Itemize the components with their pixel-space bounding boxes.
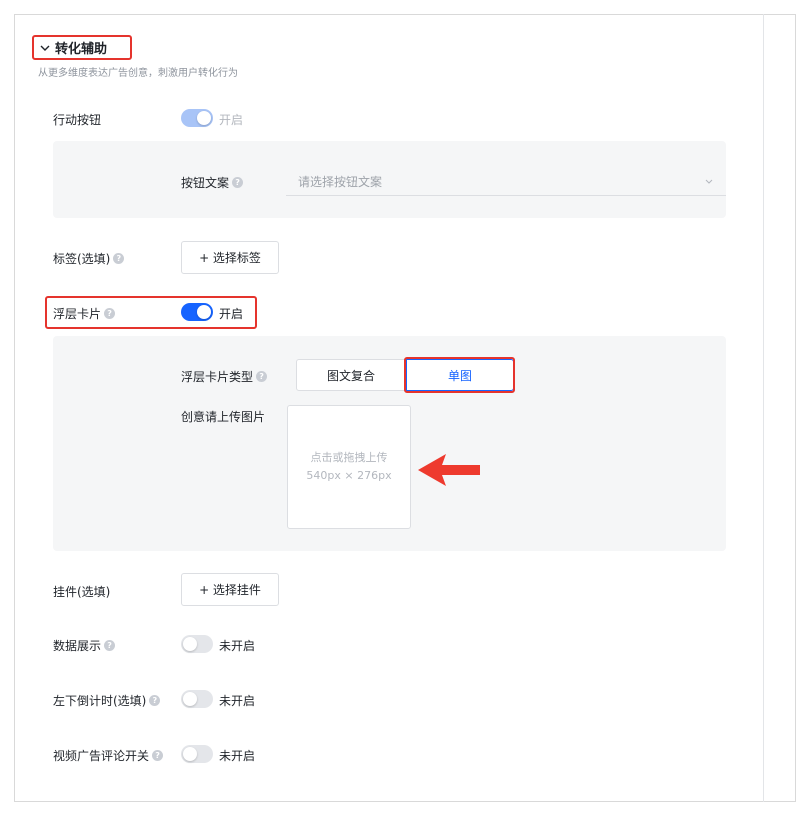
section-header-conversion-assist[interactable]: 转化辅助 bbox=[32, 35, 132, 60]
data-display-label-text: 数据展示 bbox=[53, 639, 102, 653]
float-card-type-label-text: 浮层卡片类型 bbox=[181, 370, 254, 384]
help-icon[interactable]: ? bbox=[256, 371, 268, 382]
help-icon[interactable]: ? bbox=[113, 253, 125, 264]
float-card-label: 浮层卡片? bbox=[53, 305, 116, 322]
data-display-label: 数据展示? bbox=[53, 637, 116, 654]
countdown-switch[interactable] bbox=[181, 690, 213, 708]
countdown-label-text: 左下倒计时(选填) bbox=[53, 694, 147, 708]
float-card-switch[interactable] bbox=[181, 303, 213, 321]
float-card-type-label: 浮层卡片类型? bbox=[181, 368, 268, 385]
section-description: 从更多维度表达广告创意，刺激用户转化行为 bbox=[38, 68, 238, 79]
upload-label: 创意请上传图片 bbox=[181, 410, 266, 424]
action-button-switch-text: 开启 bbox=[219, 113, 244, 127]
tags-label: 标签(选填)? bbox=[53, 250, 125, 267]
video-comment-switch-text: 未开启 bbox=[219, 749, 256, 763]
float-card-type-option-mixed[interactable]: 图文复合 bbox=[296, 359, 406, 391]
button-copy-label: 按钮文案? bbox=[181, 174, 244, 191]
action-button-label: 行动按钮 bbox=[53, 111, 101, 128]
select-tags-button[interactable]: + 选择标签 bbox=[181, 241, 279, 274]
help-icon[interactable]: ? bbox=[149, 695, 161, 706]
data-display-switch-text: 未开启 bbox=[219, 639, 256, 653]
data-display-switch[interactable] bbox=[181, 635, 213, 653]
help-icon[interactable]: ? bbox=[232, 177, 244, 188]
widget-label: 挂件(选填) bbox=[53, 585, 111, 599]
button-copy-select[interactable]: 请选择按钮文案 bbox=[286, 168, 726, 196]
chevron-down-icon bbox=[705, 179, 713, 184]
countdown-switch-text: 未开启 bbox=[219, 694, 256, 708]
button-copy-label-text: 按钮文案 bbox=[181, 176, 230, 190]
float-card-label-text: 浮层卡片 bbox=[53, 307, 102, 321]
section-title: 转化辅助 bbox=[55, 42, 108, 57]
action-button-switch[interactable] bbox=[181, 109, 213, 127]
action-button-label-text: 行动按钮 bbox=[53, 113, 102, 127]
select-widget-button[interactable]: + 选择挂件 bbox=[181, 573, 279, 606]
help-icon[interactable]: ? bbox=[104, 640, 116, 651]
image-upload-area[interactable]: 点击或拖拽上传 540px × 276px bbox=[287, 405, 411, 529]
help-icon[interactable]: ? bbox=[152, 750, 164, 761]
annotation-arrow-icon bbox=[418, 454, 480, 486]
video-comment-label-text: 视频广告评论开关 bbox=[53, 749, 150, 763]
tags-label-text: 标签(选填) bbox=[53, 252, 111, 266]
help-icon[interactable]: ? bbox=[104, 308, 116, 319]
video-comment-switch[interactable] bbox=[181, 745, 213, 763]
upload-size: 540px × 276px bbox=[306, 469, 392, 482]
float-card-switch-text: 开启 bbox=[219, 307, 244, 321]
countdown-label: 左下倒计时(选填)? bbox=[53, 692, 161, 709]
button-copy-placeholder: 请选择按钮文案 bbox=[298, 175, 383, 189]
upload-hint: 点击或拖拽上传 bbox=[310, 451, 388, 464]
video-comment-label: 视频广告评论开关? bbox=[53, 747, 164, 764]
single-image-highlight bbox=[404, 357, 515, 393]
panel-divider bbox=[763, 14, 764, 802]
chevron-down-icon bbox=[40, 45, 50, 51]
